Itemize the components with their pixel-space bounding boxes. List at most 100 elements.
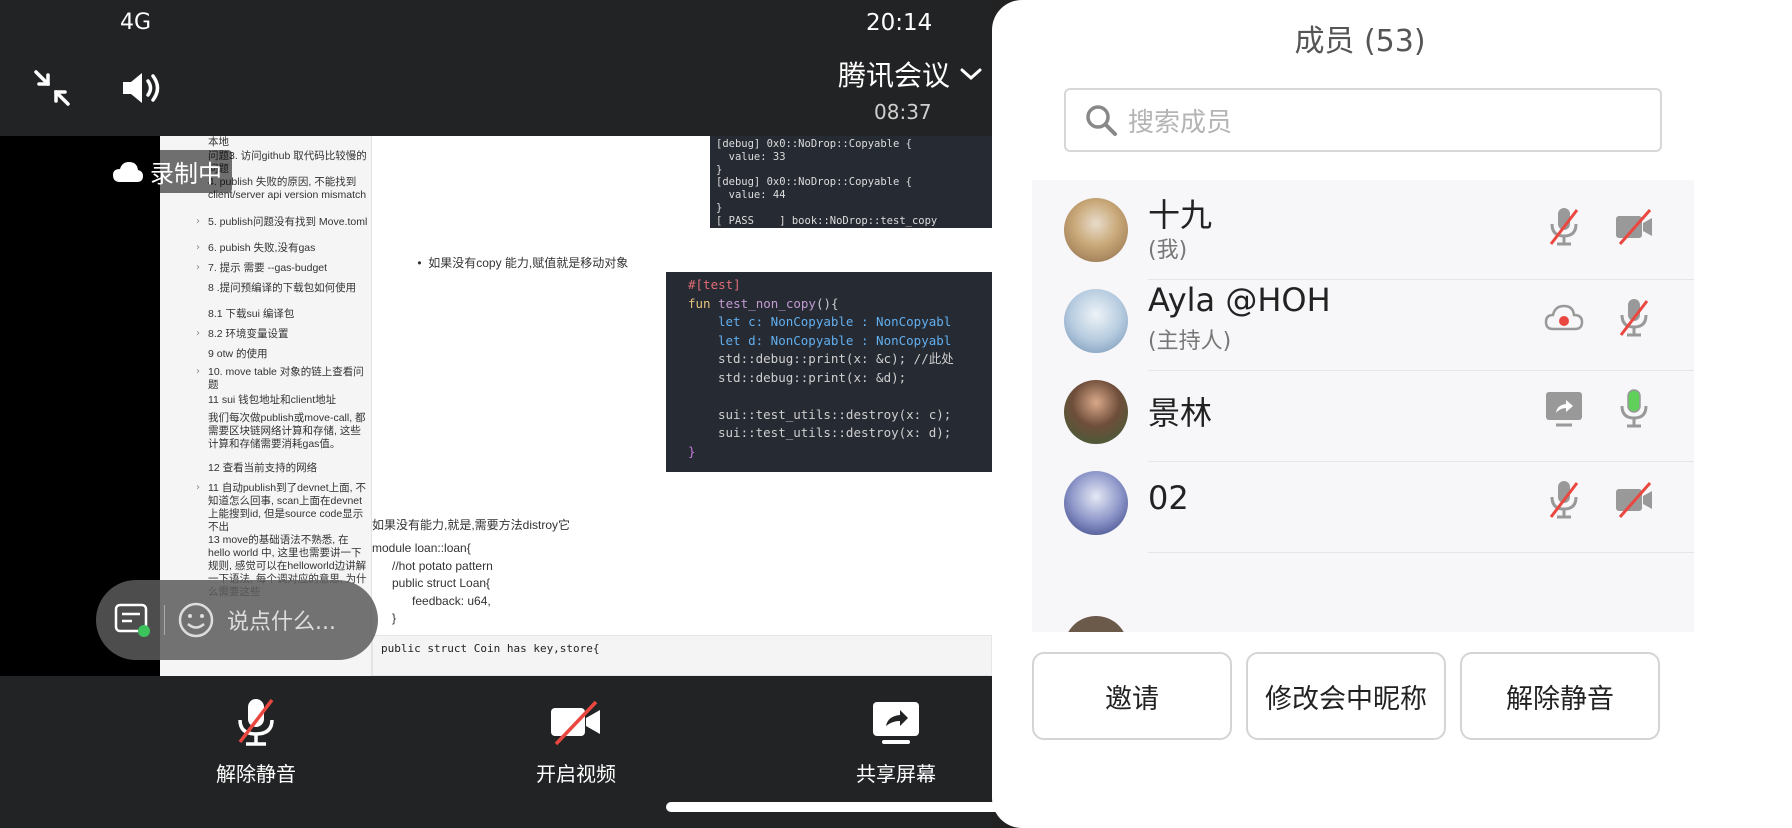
code-fn-kw: fun (688, 295, 711, 311)
share-screen-button[interactable]: 共享屏幕 (816, 696, 976, 787)
mic-off-icon[interactable] (1544, 206, 1584, 248)
toc-item[interactable]: 5. publish问题没有找到 Move.toml (208, 216, 368, 229)
code-line: let c: NonCopyable : NonCopyabl (718, 314, 952, 329)
module-line: } (372, 611, 397, 625)
terminal-line: [ PASS ] book::NoDrop::test_copy (716, 214, 938, 227)
toc-item[interactable]: 8.2 环境变量设置 (208, 328, 368, 341)
code-attr: #[test] (688, 277, 741, 292)
emoji-icon[interactable] (177, 601, 215, 639)
subtitle-toggle-icon[interactable] (114, 601, 152, 639)
terminal-line: value: 33 (716, 150, 786, 163)
toc-expand-icon[interactable]: › (196, 262, 200, 273)
member-row[interactable]: 02 (1032, 449, 1694, 553)
toc-expand-icon[interactable]: › (196, 242, 200, 253)
speaker-icon[interactable] (118, 66, 166, 110)
member-row[interactable]: Ayla @HOH (主持人) (1032, 267, 1694, 371)
code-line: std::debug::print(x: &c); //此处 (718, 351, 954, 366)
module-line: //hot potato pattern (372, 558, 493, 573)
member-name: Ayla @HOH (1148, 281, 1331, 319)
toc-item[interactable]: 我们每次做publish或move-call, 都需要区块链网络计算和存储, 这… (208, 412, 368, 451)
member-name: 02 (1148, 479, 1189, 517)
toc-item[interactable]: 8 .提问预编译的下载包如何使用 (208, 282, 368, 295)
toc-expand-icon[interactable]: › (196, 328, 200, 339)
toc-item[interactable]: 8.1 下载sui 编译包 (208, 308, 368, 321)
status-clock: 20:14 (866, 10, 933, 36)
toc-item[interactable]: 6. pubish 失败,没有gas (208, 242, 368, 255)
panel-title: 成员 (53) (1294, 24, 1426, 59)
member-row[interactable]: 十九 (我) (1032, 180, 1694, 280)
member-role: (我) (1148, 238, 1188, 263)
unmute-button[interactable]: 解除静音 (176, 696, 336, 787)
module-snippet: module loan::loan{ //hot potato pattern … (372, 540, 493, 628)
terminal-line: [debug] 0x0::NoDrop::Copyable { (716, 138, 912, 150)
member-name: 景林 (1148, 394, 1213, 432)
code-line: std::debug::print(x: &d); (718, 369, 907, 385)
toc-item[interactable]: 10. move table 对象的链上查看问题 (208, 366, 368, 392)
avatar (1064, 289, 1128, 353)
unmute-label: 解除静音 (216, 762, 296, 786)
chat-placeholder: 说点什么... (227, 610, 336, 635)
terminal-output: [debug] 0x0::NoDrop::Copyable { value: 3… (710, 136, 992, 228)
code-fn-parens: (){ (815, 295, 839, 311)
code-editor: #[test] fun test_non_copy(){ let c: NonC… (666, 272, 992, 472)
toc-item[interactable]: 4. publish 失败的原因, 不能找到 client/server api… (208, 176, 368, 202)
partial-member-row (1064, 616, 1128, 632)
avatar (1064, 471, 1128, 535)
member-row[interactable]: 景林 (1032, 358, 1694, 462)
recording-label: 录制中 (150, 160, 222, 188)
avatar (1064, 380, 1128, 444)
minimize-icon[interactable] (30, 66, 74, 110)
toc-item[interactable]: 11 sui 钱包地址和client地址 (208, 394, 368, 407)
rename-button[interactable]: 修改会中昵称 (1246, 652, 1446, 740)
toc-expand-icon[interactable]: › (196, 216, 200, 227)
meeting-title[interactable]: 腾讯会议 (838, 54, 982, 94)
toc-item[interactable]: 问题3. 访问github 取代码比较慢的问题 (208, 150, 368, 176)
video-off-icon (551, 700, 600, 746)
mic-off-icon (238, 698, 274, 746)
toc-expand-icon[interactable]: › (196, 366, 200, 377)
member-panel: 成员 (53) 搜索成员 十九 (我) Ayla @HOH (主持人) 景林 02 邀请 … (992, 0, 1792, 828)
start-video-button[interactable]: 开启视频 (496, 696, 656, 787)
meeting-top-bar: 4G 20:14 腾讯会议 08:37 (0, 0, 992, 136)
cloud-record-icon[interactable] (1544, 297, 1584, 339)
cloud-icon (113, 161, 143, 182)
meeting-duration: 08:37 (874, 100, 932, 124)
screen-share-icon[interactable] (1544, 388, 1584, 430)
invite-button[interactable]: 邀请 (1032, 652, 1232, 740)
home-indicator[interactable] (666, 802, 1126, 812)
share-screen-label: 共享屏幕 (856, 762, 936, 786)
row-divider (1148, 552, 1694, 553)
code-snippet-text: public struct Coin has key,store{ (381, 642, 600, 655)
member-list: 十九 (我) Ayla @HOH (主持人) 景林 02 (1032, 180, 1694, 632)
pill-divider (164, 605, 165, 635)
toc-item[interactable]: 12 查看当前支持的网络 (208, 462, 368, 475)
terminal-line: [debug] 0x0::NoDrop::Copyable { (716, 176, 912, 189)
chat-input-pill[interactable]: 说点什么... (96, 580, 378, 660)
shared-screen: 本地问题3. 访问github 取代码比较慢的问题4. publish 失败的原… (0, 136, 992, 676)
mic-off-icon[interactable] (1544, 479, 1584, 521)
toc-item[interactable]: 本地 (208, 136, 368, 149)
unmute-all-button[interactable]: 解除静音 (1460, 652, 1660, 740)
recording-badge: 录制中 (106, 150, 232, 193)
video-off-icon[interactable] (1614, 206, 1654, 248)
screen-share-icon (873, 702, 919, 744)
code-fn-line: fun test_non_copy(){ (688, 295, 992, 314)
search-placeholder: 搜索成员 (1128, 107, 1233, 138)
bullet-dot: • (417, 256, 429, 270)
bullet-point: • 如果没有copy 能力,赋值就是移动对象 (384, 240, 628, 285)
mic-on-icon[interactable] (1614, 388, 1654, 430)
meeting-title-label: 腾讯会议 (838, 59, 951, 92)
member-search-input[interactable]: 搜索成员 (1064, 88, 1662, 152)
toc-item[interactable]: 7. 提示 需要 --gas-budget (208, 262, 368, 275)
toc-expand-icon[interactable]: › (196, 482, 200, 493)
module-line: module loan::loan{ (372, 541, 471, 555)
mic-off-icon[interactable] (1614, 297, 1654, 339)
code-body: let c: NonCopyable : NonCopyabl let d: No… (688, 313, 992, 443)
module-line: feedback: u64, (372, 593, 491, 608)
code-line: sui::test_utils::destroy(x: c); (718, 406, 952, 422)
terminal-line: } (716, 201, 723, 214)
toc-item[interactable]: 11 自动publish到了devnet上面, 不知道怎么回事, scan上面在… (208, 482, 368, 534)
video-off-icon[interactable] (1614, 479, 1654, 521)
toc-item[interactable]: 9 otw 的使用 (208, 348, 368, 361)
